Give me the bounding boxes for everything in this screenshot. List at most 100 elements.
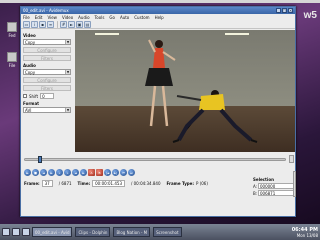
- shift-label: Shift: [29, 93, 39, 99]
- audio-codec-value: Copy: [25, 69, 36, 75]
- audio-filters-button[interactable]: Filters: [23, 85, 71, 91]
- desktop-icon-label: File: [8, 63, 16, 68]
- forward-icon[interactable]: ►: [80, 169, 87, 176]
- format-section-label: Format: [23, 101, 40, 106]
- selection-a-row: A: 000000: [253, 183, 295, 189]
- clock-date: Mon 13/08: [296, 232, 318, 238]
- menu-auto[interactable]: Auto: [120, 15, 129, 20]
- frame-type-value: P (06): [195, 181, 208, 186]
- previous-keyframe-icon[interactable]: «: [56, 169, 63, 176]
- properties-icon[interactable]: ≡: [47, 20, 54, 28]
- frame-type-label: Frame Type:: [166, 181, 194, 186]
- time-total: / 00:04:34.840: [131, 181, 161, 186]
- maximize-button[interactable]: □: [282, 8, 287, 13]
- task-screenshot[interactable]: Screenshot: [153, 227, 182, 237]
- frame-input[interactable]: 37: [41, 180, 53, 187]
- chevron-down-icon: ▼: [65, 70, 70, 74]
- audio-configure-button[interactable]: Configure: [23, 77, 71, 83]
- encode-icon[interactable]: ►: [68, 20, 75, 28]
- task-dolphin[interactable]: Clips - Dolphin: [75, 227, 111, 237]
- play-icon[interactable]: ►: [24, 169, 31, 176]
- task-avidemux[interactable]: 00_edit.avi - Avid: [32, 227, 73, 237]
- timeline-slider[interactable]: [24, 155, 286, 163]
- format-value: AVI: [25, 107, 32, 113]
- menu-view[interactable]: View: [47, 15, 57, 20]
- desktop-brand-text: w5: [303, 10, 317, 21]
- first-frame-icon[interactable]: ⏮: [120, 169, 127, 176]
- file-icon: [7, 52, 17, 62]
- toolbar-separator: [57, 20, 58, 28]
- file-icon: [7, 22, 17, 32]
- next-frame-icon[interactable]: ►: [48, 169, 55, 176]
- open-file-icon[interactable]: ▭: [23, 20, 30, 28]
- window-title: 00_edit.avi - Avidemux: [23, 8, 69, 13]
- start-menu-icon[interactable]: [2, 228, 10, 236]
- task-blog[interactable]: Blog Nation - M: [113, 227, 151, 237]
- output-icon[interactable]: ▤: [84, 20, 91, 28]
- shift-input[interactable]: 0: [40, 93, 55, 99]
- minimize-button[interactable]: _: [276, 8, 281, 13]
- previous-cut-icon[interactable]: |◄: [104, 169, 111, 176]
- video-configure-button[interactable]: Configure: [23, 47, 71, 53]
- system-clock[interactable]: 06:44 PM Mon 13/08: [292, 227, 318, 238]
- desktop-icon-label: Fed: [8, 33, 16, 38]
- format-select[interactable]: AVI ▼: [23, 107, 71, 113]
- video-codec-select[interactable]: Copy ▼: [23, 39, 71, 45]
- next-cut-icon[interactable]: ►|: [112, 169, 119, 176]
- timeline: [21, 154, 297, 164]
- audio-codec-select[interactable]: Copy ▼: [23, 69, 71, 75]
- selection-b-row: B: 006871: [253, 190, 295, 196]
- backward-icon[interactable]: ◄: [72, 169, 79, 176]
- close-button[interactable]: ×: [288, 8, 293, 13]
- taskbar: 00_edit.avi - Avid Clips - Dolphin Blog …: [0, 224, 320, 240]
- marker-b-icon[interactable]: B: [96, 169, 103, 176]
- timeline-scroll-button[interactable]: [289, 155, 294, 163]
- window-titlebar[interactable]: 00_edit.avi - Avidemux _ □ ×: [21, 7, 295, 14]
- avidemux-window: 00_edit.avi - Avidemux _ □ × File Edit V…: [20, 6, 296, 217]
- last-frame-icon[interactable]: ⏭: [128, 169, 135, 176]
- toolbar: ▭ i ▪ ≡ # ► ▣ ▤: [21, 20, 295, 29]
- volume-slider[interactable]: [293, 171, 296, 197]
- menu-go[interactable]: Go: [109, 15, 115, 20]
- stop-icon[interactable]: ■: [32, 169, 39, 176]
- desktop-icon[interactable]: [12, 228, 20, 236]
- menu-video[interactable]: Video: [62, 15, 73, 20]
- frame-label: Frame:: [24, 181, 40, 186]
- desktop-icon[interactable]: File: [2, 52, 22, 72]
- video-codec-value: Copy: [25, 39, 36, 45]
- shift-row: Shift 0: [23, 93, 71, 99]
- preview-icon[interactable]: ▣: [76, 20, 83, 28]
- video-filters-button[interactable]: Filters: [23, 55, 71, 61]
- marker-a-icon[interactable]: A: [88, 169, 95, 176]
- top-panel: [0, 0, 320, 3]
- next-keyframe-icon[interactable]: »: [64, 169, 71, 176]
- codec-sidebar: Video Copy ▼ Configure Filters Audio Cop…: [21, 30, 73, 152]
- frame-total: / 6871: [58, 181, 72, 186]
- selection-header: Selection: [253, 177, 274, 182]
- menu-file[interactable]: File: [23, 15, 30, 20]
- dancers-figure: [145, 39, 258, 143]
- browser-icon[interactable]: [22, 228, 30, 236]
- control-buttons-row: ► ■ ◄ ► « » ◄ ► A B |◄ ►| ⏮ ⏭: [24, 168, 294, 177]
- selection-panel: Selection A: 000000 B: 006871: [253, 177, 295, 196]
- menu-help[interactable]: Help: [155, 15, 164, 20]
- selection-b-field[interactable]: 006871: [258, 190, 295, 196]
- desktop-icon[interactable]: Fed: [2, 22, 22, 42]
- previous-frame-icon[interactable]: ◄: [40, 169, 47, 176]
- info-icon[interactable]: i: [31, 20, 38, 28]
- calculator-icon[interactable]: #: [60, 20, 67, 28]
- selection-a-field[interactable]: 000000: [258, 183, 295, 189]
- menu-tools[interactable]: Tools: [95, 15, 105, 20]
- timeline-handle[interactable]: [37, 155, 42, 163]
- video-preview[interactable]: [75, 30, 295, 152]
- video-section-label: Video: [23, 33, 36, 38]
- menu-edit[interactable]: Edit: [35, 15, 43, 20]
- time-label: Time:: [77, 181, 91, 186]
- shift-checkbox[interactable]: [23, 94, 27, 98]
- video-frame: [75, 30, 295, 152]
- save-icon[interactable]: ▪: [39, 20, 46, 28]
- time-input[interactable]: 00:00:01.453: [92, 180, 126, 187]
- chevron-down-icon: ▼: [65, 108, 70, 112]
- menu-custom[interactable]: Custom: [134, 15, 149, 20]
- menu-audio[interactable]: Audio: [78, 15, 89, 20]
